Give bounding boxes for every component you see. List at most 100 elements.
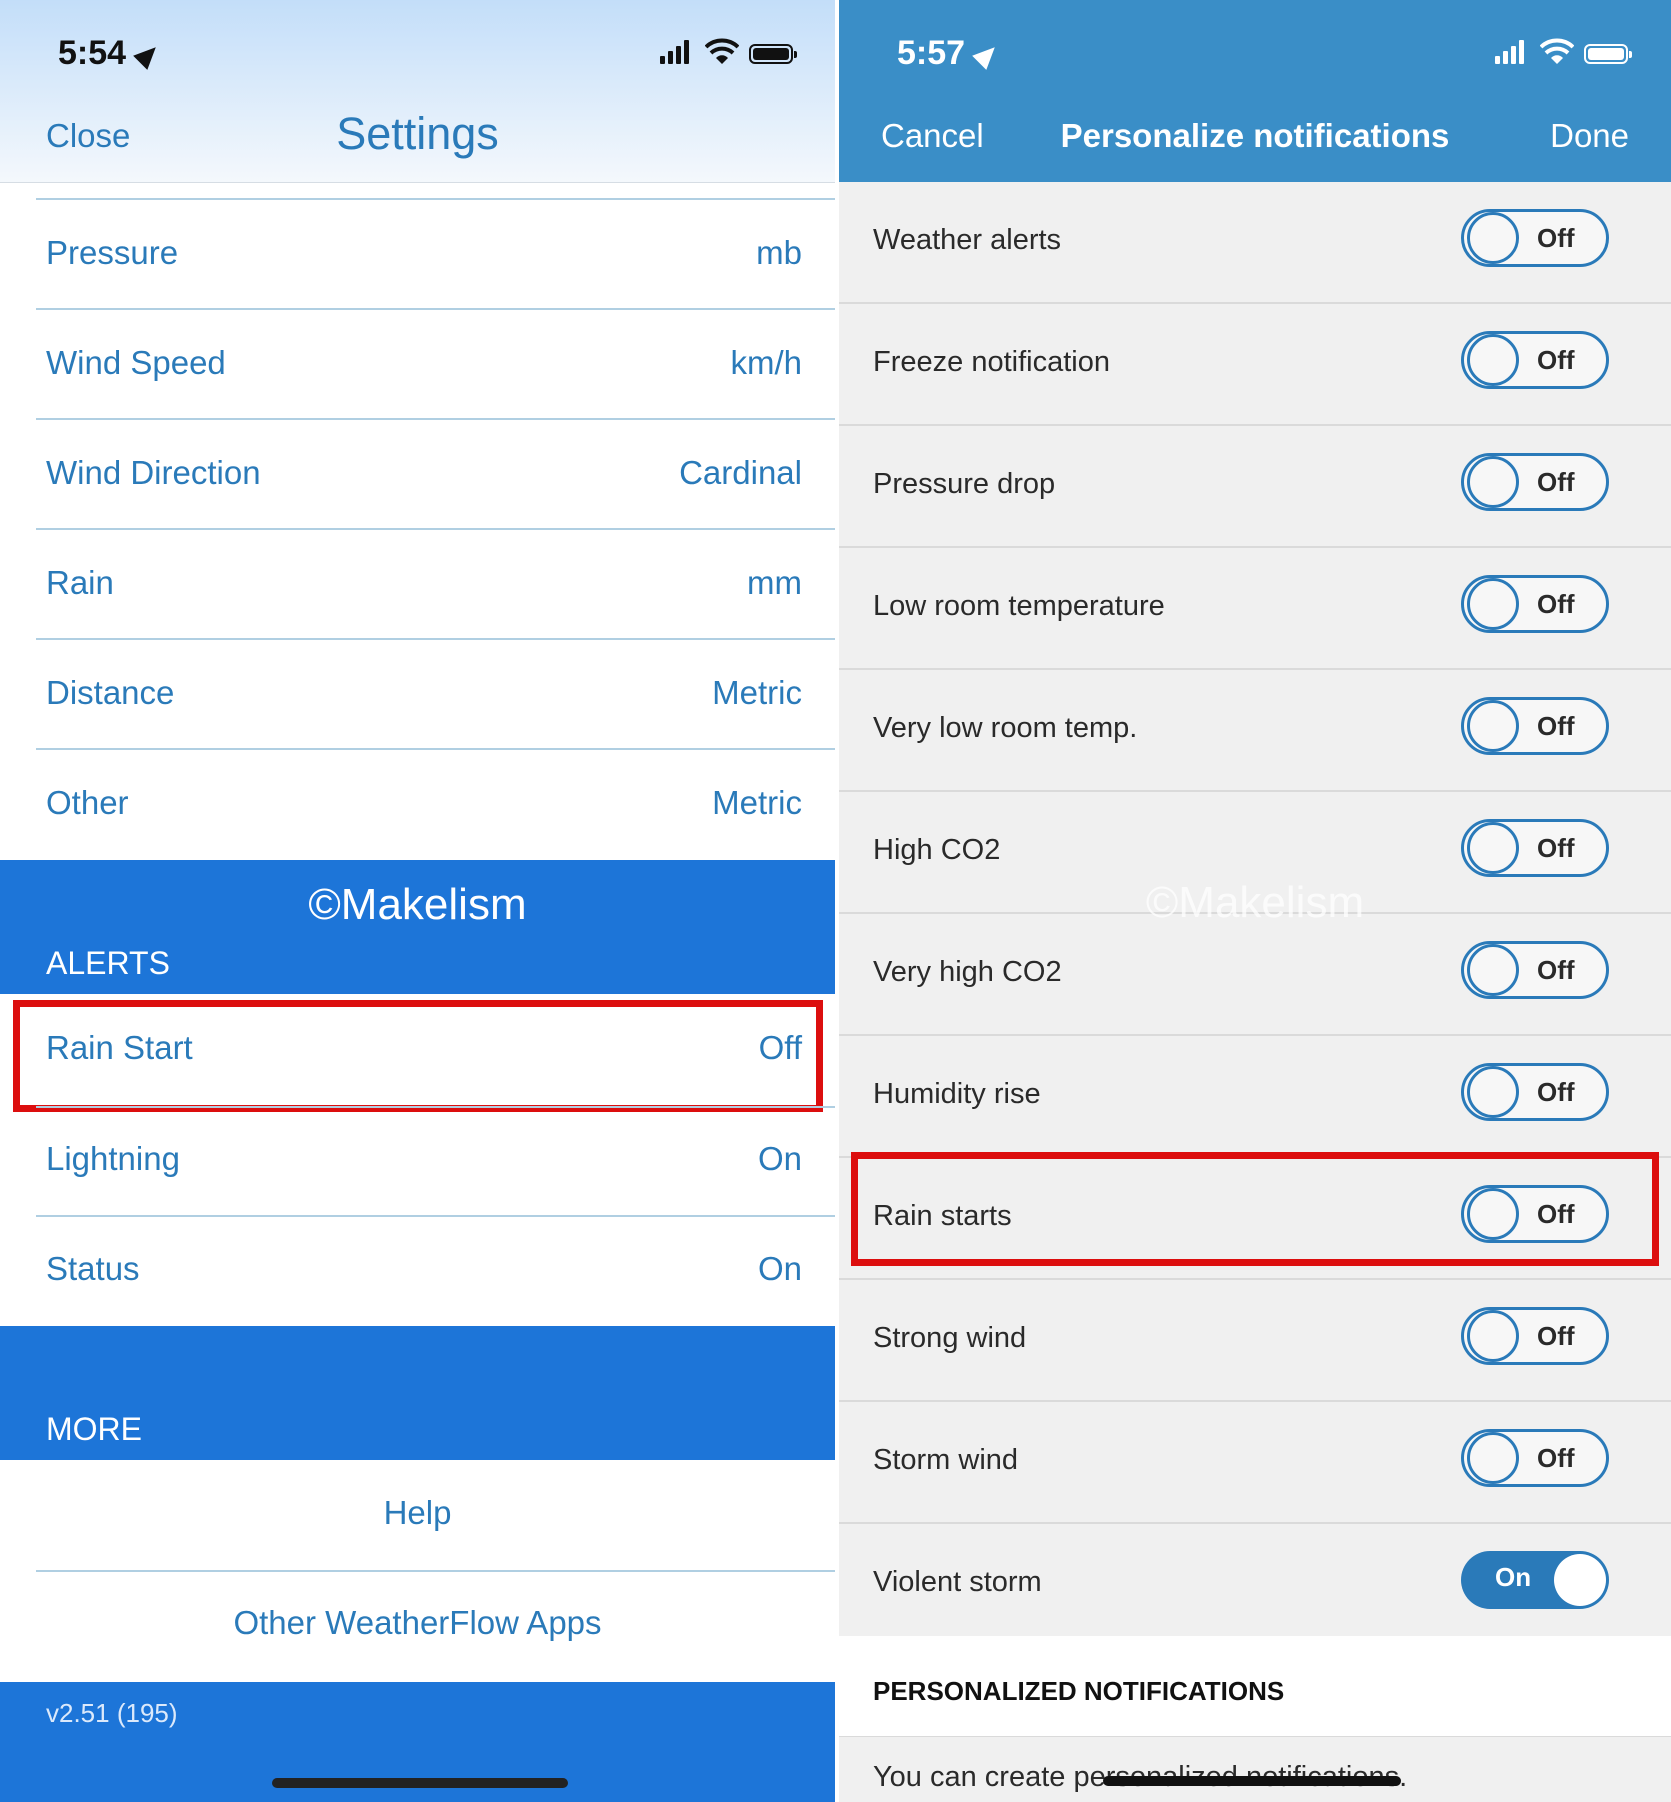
toggle-knob bbox=[1554, 1554, 1606, 1606]
toggle-state: Off bbox=[1537, 589, 1575, 619]
row-label: Low room temperature bbox=[873, 590, 1165, 622]
row-label: Other bbox=[46, 784, 129, 821]
toggle-state: On bbox=[1495, 1562, 1532, 1592]
row-label: Humidity rise bbox=[873, 1078, 1041, 1110]
toggle-knob bbox=[1467, 944, 1519, 996]
settings-row-wind-direction[interactable]: Wind Direction Cardinal bbox=[0, 420, 835, 530]
battery-tip-icon bbox=[794, 51, 797, 58]
toggle-knob bbox=[1467, 1066, 1519, 1118]
settings-screen: 5:54 Close Settings Pressure mb Wind Spe… bbox=[0, 0, 835, 1802]
notification-row-low-room-temperature: Low room temperature Off bbox=[839, 548, 1671, 668]
toggle-state: Off bbox=[1537, 711, 1575, 741]
battery-icon bbox=[1584, 44, 1628, 64]
personalized-info: You can create personalized notification… bbox=[839, 1736, 1671, 1802]
toggle-switch[interactable]: On bbox=[1461, 1551, 1609, 1609]
section-label: MORE bbox=[46, 1411, 142, 1447]
location-arrow-icon bbox=[133, 40, 163, 70]
row-label: Wind Speed bbox=[46, 344, 226, 381]
settings-row-wind-speed[interactable]: Wind Speed km/h bbox=[0, 310, 835, 420]
row-value: km/h bbox=[730, 344, 802, 381]
toggle-knob bbox=[1467, 700, 1519, 752]
notification-row-humidity-rise: Humidity rise Off bbox=[839, 1036, 1671, 1156]
toggle-switch[interactable]: Off bbox=[1461, 331, 1609, 389]
notifications-header: 5:57 Cancel Personalize notifications Do… bbox=[839, 0, 1671, 182]
status-time: 5:57 bbox=[897, 34, 966, 72]
row-label: Lightning bbox=[46, 1140, 180, 1177]
row-label: Storm wind bbox=[873, 1444, 1019, 1476]
home-indicator bbox=[1103, 1776, 1401, 1786]
toggle-switch[interactable]: Off bbox=[1461, 453, 1609, 511]
row-value: Metric bbox=[712, 784, 802, 821]
settings-header: 5:54 Close Settings bbox=[0, 0, 835, 183]
toggle-state: Off bbox=[1537, 1321, 1575, 1351]
row-value: Metric bbox=[712, 674, 802, 711]
row-label: Wind Direction bbox=[46, 454, 261, 491]
toggle-switch[interactable]: Off bbox=[1461, 209, 1609, 267]
page-title: Personalize notifications bbox=[1060, 117, 1450, 154]
row-label: Strong wind bbox=[873, 1322, 1027, 1354]
settings-row-other[interactable]: Other Metric bbox=[0, 750, 835, 860]
cellular-signal-icon bbox=[660, 40, 689, 64]
toggle-switch[interactable]: Off bbox=[1461, 1063, 1609, 1121]
row-value: mb bbox=[756, 234, 802, 271]
page-title: Settings bbox=[336, 108, 499, 159]
location-arrow-icon bbox=[972, 40, 1002, 70]
highlight-box bbox=[13, 1000, 823, 1112]
notification-row-pressure-drop: Pressure drop Off bbox=[839, 426, 1671, 546]
toggle-state: Off bbox=[1537, 955, 1575, 985]
toggle-switch[interactable]: Off bbox=[1461, 941, 1609, 999]
wifi-icon bbox=[705, 38, 739, 64]
battery-tip-icon bbox=[1629, 51, 1632, 58]
row-label: Freeze notification bbox=[873, 346, 1110, 378]
notification-row-very-high-co2: Very high CO2 Off bbox=[839, 914, 1671, 1034]
row-label: Pressure bbox=[46, 234, 179, 271]
toggle-switch[interactable]: Off bbox=[1461, 697, 1609, 755]
section-header-bg: PERSONALIZED NOTIFICATIONS bbox=[839, 1636, 1671, 1736]
personalize-notifications-screen: 5:57 Cancel Personalize notifications Do… bbox=[839, 0, 1671, 1802]
row-label: Distance bbox=[46, 674, 175, 711]
toggle-switch[interactable]: Off bbox=[1461, 1429, 1609, 1487]
more-section-header: MORE bbox=[0, 1326, 835, 1460]
help-link[interactable]: Help bbox=[0, 1460, 835, 1570]
row-label: Very high CO2 bbox=[873, 956, 1062, 988]
row-label: Pressure drop bbox=[873, 468, 1056, 500]
notification-row-strong-wind: Strong wind Off bbox=[839, 1280, 1671, 1400]
row-label: Very low room temp. bbox=[873, 712, 1138, 744]
cellular-signal-icon bbox=[1495, 40, 1524, 64]
notification-row-violent-storm: Violent storm On bbox=[839, 1524, 1671, 1644]
other-apps-label: Other WeatherFlow Apps bbox=[233, 1604, 602, 1641]
row-value: Cardinal bbox=[679, 454, 802, 491]
settings-row-lightning[interactable]: Lightning On bbox=[0, 1106, 835, 1216]
status-time: 5:54 bbox=[58, 34, 127, 72]
footer: v2.51 (195) bbox=[0, 1682, 835, 1802]
toggle-switch[interactable]: Off bbox=[1461, 1307, 1609, 1365]
row-value: mm bbox=[747, 564, 802, 601]
toggle-state: Off bbox=[1537, 1077, 1575, 1107]
row-label: Status bbox=[46, 1250, 140, 1287]
watermark: ©Makelism bbox=[308, 880, 527, 929]
watermark: ©Makelism bbox=[1145, 878, 1365, 927]
toggle-knob bbox=[1467, 334, 1519, 386]
toggle-switch[interactable]: Off bbox=[1461, 819, 1609, 877]
settings-row-pressure[interactable]: Pressure mb bbox=[0, 200, 835, 310]
row-label: Weather alerts bbox=[873, 224, 1062, 256]
row-label: Rain bbox=[46, 564, 114, 601]
settings-row-status[interactable]: Status On bbox=[0, 1216, 835, 1326]
section-label: ALERTS bbox=[46, 945, 170, 981]
toggle-knob bbox=[1467, 456, 1519, 508]
row-value: On bbox=[757, 1140, 802, 1177]
status-bar: 5:57 bbox=[839, 0, 1671, 110]
toggle-switch[interactable]: Off bbox=[1461, 575, 1609, 633]
other-apps-link[interactable]: Other WeatherFlow Apps bbox=[0, 1570, 835, 1680]
toggle-knob bbox=[1467, 1432, 1519, 1484]
notification-row-freeze: Freeze notification Off bbox=[839, 304, 1671, 424]
done-button[interactable]: Done bbox=[1550, 117, 1629, 155]
notification-row-storm-wind: Storm wind Off bbox=[839, 1402, 1671, 1522]
settings-row-rain[interactable]: Rain mm bbox=[0, 530, 835, 640]
status-bar: 5:54 bbox=[0, 0, 835, 110]
highlight-box bbox=[851, 1152, 1659, 1266]
toggle-state: Off bbox=[1537, 833, 1575, 863]
toggle-state: Off bbox=[1537, 1443, 1575, 1473]
settings-row-distance[interactable]: Distance Metric bbox=[0, 640, 835, 750]
toggle-knob bbox=[1467, 822, 1519, 874]
